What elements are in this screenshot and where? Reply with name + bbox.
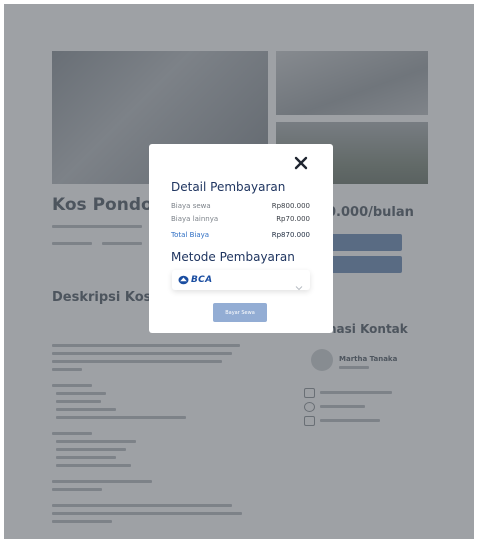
other-fee-value: Rp70.000	[276, 215, 310, 223]
payment-modal: Detail Pembayaran Biaya sewa Rp800.000 B…	[149, 144, 333, 333]
rent-fee-value: Rp800.000	[271, 202, 310, 210]
rent-fee-label: Biaya sewa	[171, 202, 211, 210]
other-fee-label: Biaya lainnya	[171, 215, 219, 223]
bca-logo-icon: BCA	[178, 274, 212, 286]
total-fee-value: Rp870.000	[271, 231, 310, 239]
app-frame: Kos Pondok 0.000/bulan Deskripsi Kos nas…	[4, 4, 474, 539]
close-icon[interactable]	[294, 155, 308, 170]
bank-select[interactable]: BCA	[172, 270, 310, 291]
payment-method-title: Metode Pembayaran	[171, 250, 295, 264]
chevron-down-icon[interactable]	[295, 276, 303, 291]
payment-detail-title: Detail Pembayaran	[171, 180, 286, 194]
pay-rent-button[interactable]: Bayar Sewa	[213, 303, 267, 322]
selected-bank: BCA	[191, 275, 213, 285]
total-fee-label: Total Biaya	[171, 231, 210, 239]
